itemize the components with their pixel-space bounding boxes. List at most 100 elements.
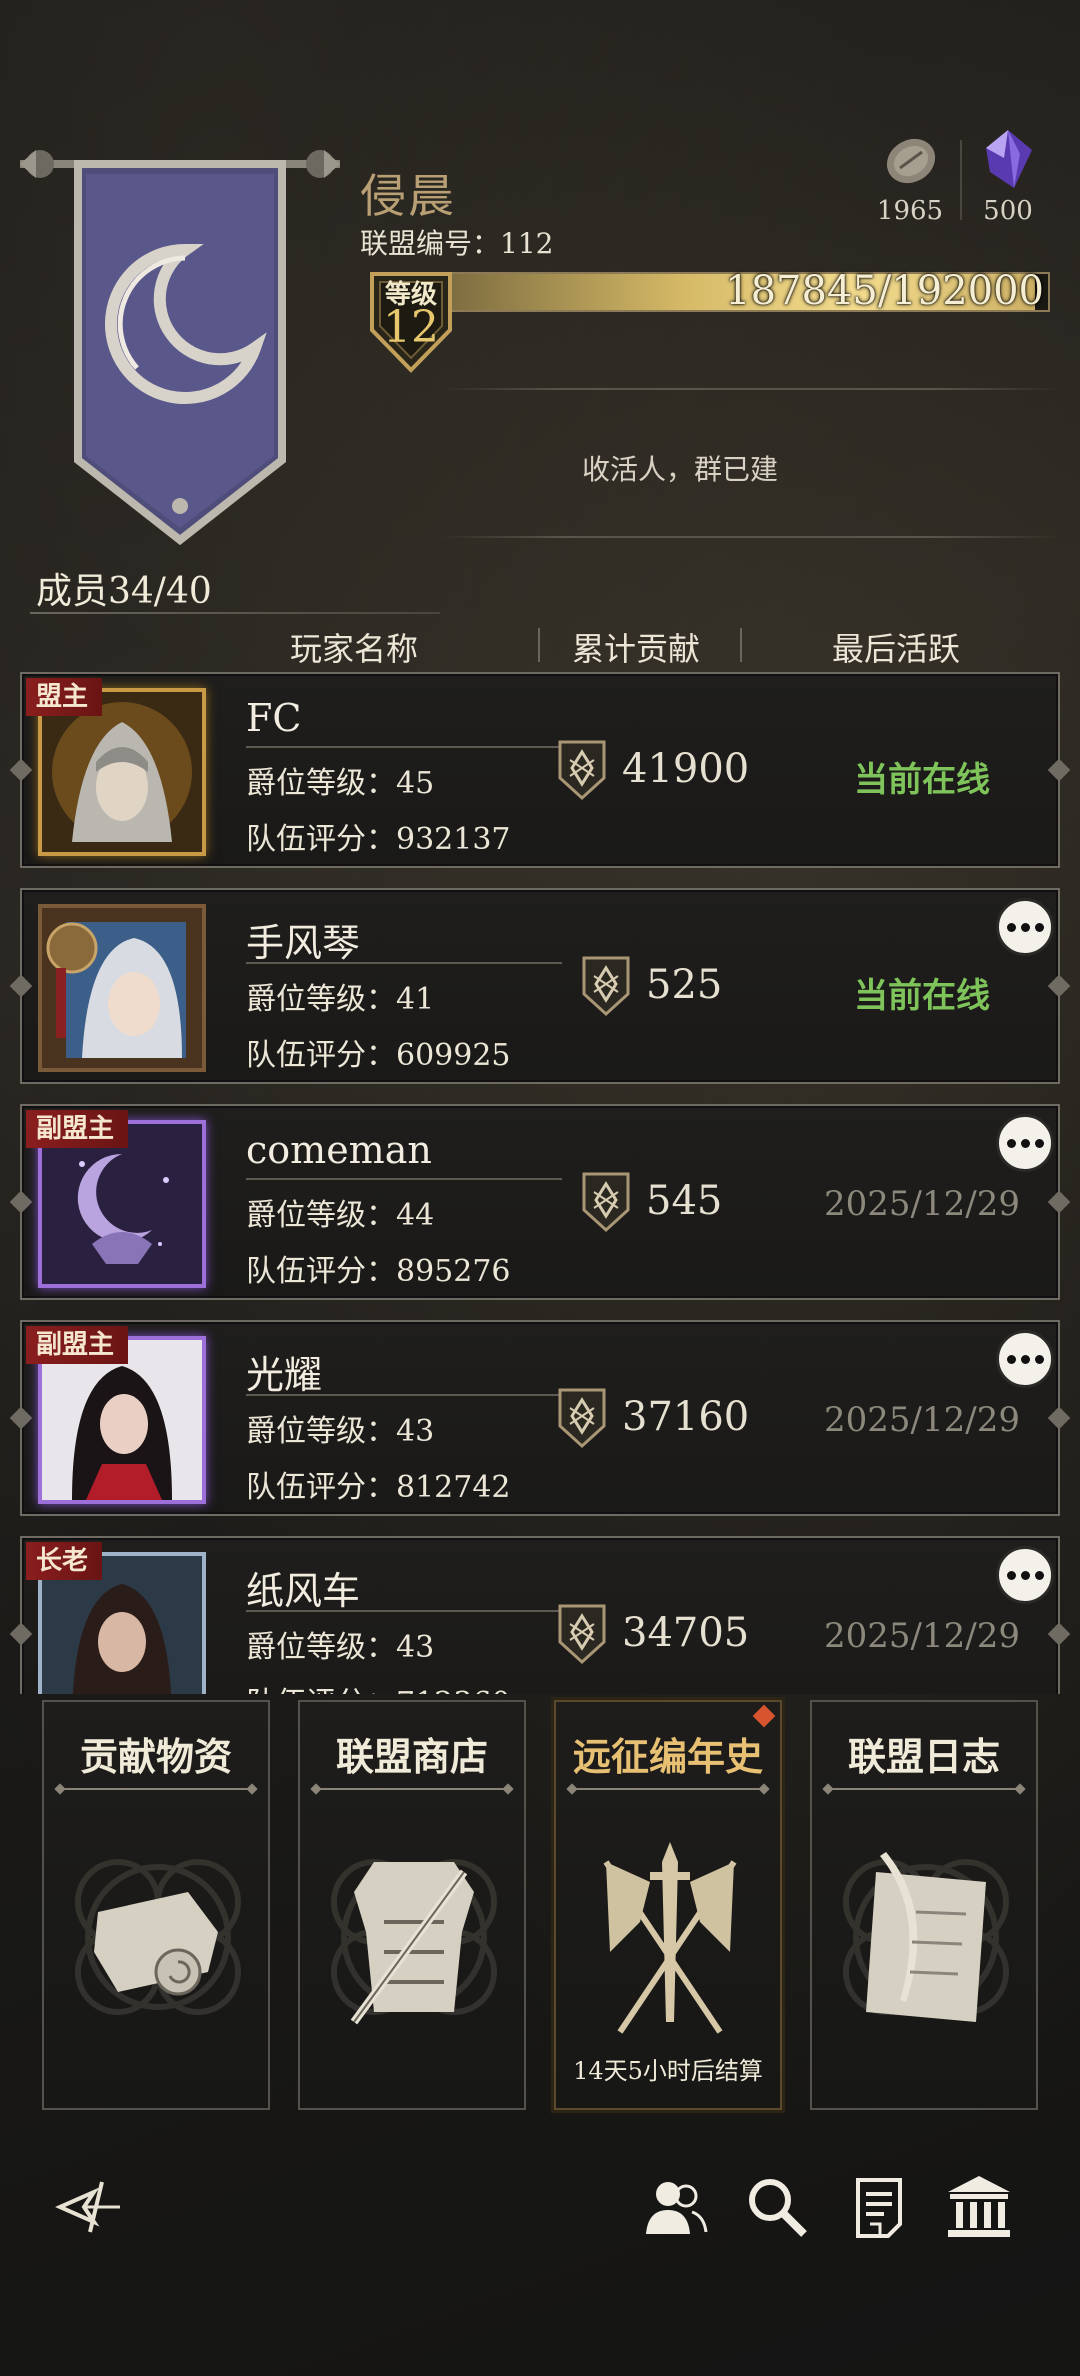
- member-name: FC: [246, 696, 302, 740]
- purple-crystal-icon[interactable]: [980, 128, 1036, 190]
- role-badge: 副盟主: [26, 1110, 129, 1148]
- document-icon[interactable]: [844, 2172, 914, 2242]
- column-header-name: 玩家名称: [290, 630, 419, 668]
- row-ornament: [9, 1190, 33, 1214]
- member-name: 光耀: [246, 1353, 323, 1397]
- alliance-log-card[interactable]: 联盟日志: [810, 1700, 1038, 2110]
- quill-parchment-icon: [843, 1852, 1009, 2022]
- members-icon[interactable]: [640, 2172, 710, 2242]
- alliance-name: 侵晨: [360, 169, 456, 223]
- member-row[interactable]: 副盟主 光耀 爵位等级：43 队伍评分：812742 37160 2025/12…: [9, 1320, 1071, 1516]
- level-value: 12: [383, 302, 439, 353]
- member-contribution: 37160: [622, 1394, 750, 1440]
- member-contribution: 34705: [622, 1610, 750, 1656]
- card-divider: [572, 1788, 764, 1790]
- row-ornament: [9, 974, 33, 998]
- card-divider: [316, 1788, 508, 1790]
- row-ornament: [1047, 1406, 1071, 1430]
- armor-icon: [331, 1859, 497, 2025]
- member-team-score: 队伍评分：812742: [246, 1470, 511, 1505]
- member-rank-level: 爵位等级：44: [246, 1198, 435, 1233]
- row-ornament: [1047, 758, 1071, 782]
- member-row[interactable]: 手风琴 爵位等级：41 队伍评分：609925 525 当前在线: [9, 888, 1071, 1084]
- member-last-active: 当前在线: [854, 976, 990, 1016]
- alliance-id: 联盟编号：112: [360, 227, 554, 260]
- alliance-notice: 收活人，群已建: [581, 453, 778, 486]
- member-name: 纸风车: [246, 1569, 361, 1613]
- name-divider: [246, 1178, 562, 1180]
- member-rank-level: 爵位等级：45: [246, 766, 435, 801]
- alliance-shop-card[interactable]: 联盟商店: [298, 1700, 526, 2110]
- member-rank-level: 爵位等级：43: [246, 1414, 435, 1449]
- contribution-icon: [582, 956, 630, 1017]
- name-divider: [246, 962, 562, 964]
- member-contribution: 545: [646, 1178, 723, 1224]
- stone-coin-icon[interactable]: [882, 132, 940, 190]
- role-badge: 盟主: [26, 678, 103, 716]
- column-header-contribution: 累计贡献: [572, 630, 701, 668]
- contribution-icon: [558, 740, 606, 801]
- card-divider: [828, 1788, 1020, 1790]
- avatar[interactable]: [38, 904, 206, 1072]
- member-last-active: 2025/12/29: [824, 1616, 1020, 1656]
- member-name: 手风琴: [246, 921, 361, 965]
- row-ornament: [9, 1406, 33, 1430]
- member-contribution: 41900: [622, 746, 750, 792]
- name-divider: [246, 1610, 562, 1612]
- stone-coin-count: 1965: [876, 196, 944, 226]
- crossed-swords-flags-icon: [603, 1842, 737, 2034]
- member-list[interactable]: 盟主 FC 爵位等级：45 队伍评分：932137 41900 当前在线 手风琴…: [0, 668, 1080, 1694]
- notification-dot: [752, 1704, 776, 1728]
- member-team-score: 队伍评分：932137: [246, 822, 511, 857]
- alliance-banner: [20, 150, 340, 546]
- more-options-button[interactable]: [996, 1330, 1054, 1388]
- currency-divider: [960, 140, 962, 220]
- card-title: 联盟商店: [335, 1734, 488, 1779]
- member-last-active: 当前在线: [854, 760, 990, 800]
- member-team-score: 队伍评分：895276: [246, 1254, 511, 1289]
- row-ornament: [1047, 1622, 1071, 1646]
- member-row[interactable]: 副盟主 comeman 爵位等级：44 队伍评分：895276 545 2025…: [9, 1104, 1071, 1300]
- role-badge: 长老: [26, 1542, 103, 1580]
- row-ornament: [9, 758, 33, 782]
- card-title: 联盟日志: [847, 1734, 1000, 1779]
- header-divider: [440, 388, 1060, 390]
- member-row[interactable]: 盟主 FC 爵位等级：45 队伍评分：932137 41900 当前在线: [9, 672, 1071, 868]
- row-ornament: [1047, 974, 1071, 998]
- member-team-score: 队伍评分：712360: [246, 1678, 511, 1694]
- member-team-score: 队伍评分：609925: [246, 1038, 511, 1073]
- column-divider: [538, 628, 540, 662]
- contribution-icon: [582, 1172, 630, 1233]
- purple-crystal-count: 500: [983, 196, 1033, 226]
- contribute-supplies-card[interactable]: 贡献物资: [42, 1700, 270, 2110]
- member-last-active: 2025/12/29: [824, 1400, 1020, 1440]
- expedition-chronicle-card[interactable]: 远征编年史 14天5小时后结算: [554, 1700, 782, 2110]
- contribution-icon: [558, 1388, 606, 1449]
- card-title: 远征编年史: [572, 1734, 763, 1779]
- member-count: 成员34/40: [36, 571, 212, 612]
- row-ornament: [9, 1622, 33, 1646]
- member-last-active: 2025/12/29: [824, 1184, 1020, 1224]
- settlement-countdown: 14天5小时后结算: [573, 2057, 763, 2085]
- back-icon[interactable]: [54, 2172, 124, 2242]
- column-divider: [740, 628, 742, 662]
- card-divider: [60, 1788, 252, 1790]
- name-divider: [246, 1394, 562, 1396]
- more-options-button[interactable]: [996, 1114, 1054, 1172]
- role-badge: 副盟主: [26, 1326, 129, 1364]
- member-name: comeman: [246, 1128, 432, 1172]
- column-header-last-active: 最后活跃: [832, 630, 961, 668]
- member-row[interactable]: 长老 纸风车 爵位等级：43 队伍评分：712360 34705 2025/12…: [9, 1536, 1071, 1694]
- contribution-icon: [558, 1604, 606, 1665]
- card-title: 贡献物资: [79, 1734, 232, 1779]
- more-options-button[interactable]: [996, 1546, 1054, 1604]
- more-options-button[interactable]: [996, 898, 1054, 956]
- scroll-icon: [75, 1859, 241, 2015]
- member-contribution: 525: [646, 962, 723, 1008]
- search-icon[interactable]: [742, 2172, 812, 2242]
- hall-icon[interactable]: [944, 2172, 1014, 2242]
- level-progress-text: 187845/192000: [725, 268, 1044, 314]
- row-ornament: [1047, 1190, 1071, 1214]
- member-count-underline: [30, 612, 440, 614]
- name-divider: [246, 746, 562, 748]
